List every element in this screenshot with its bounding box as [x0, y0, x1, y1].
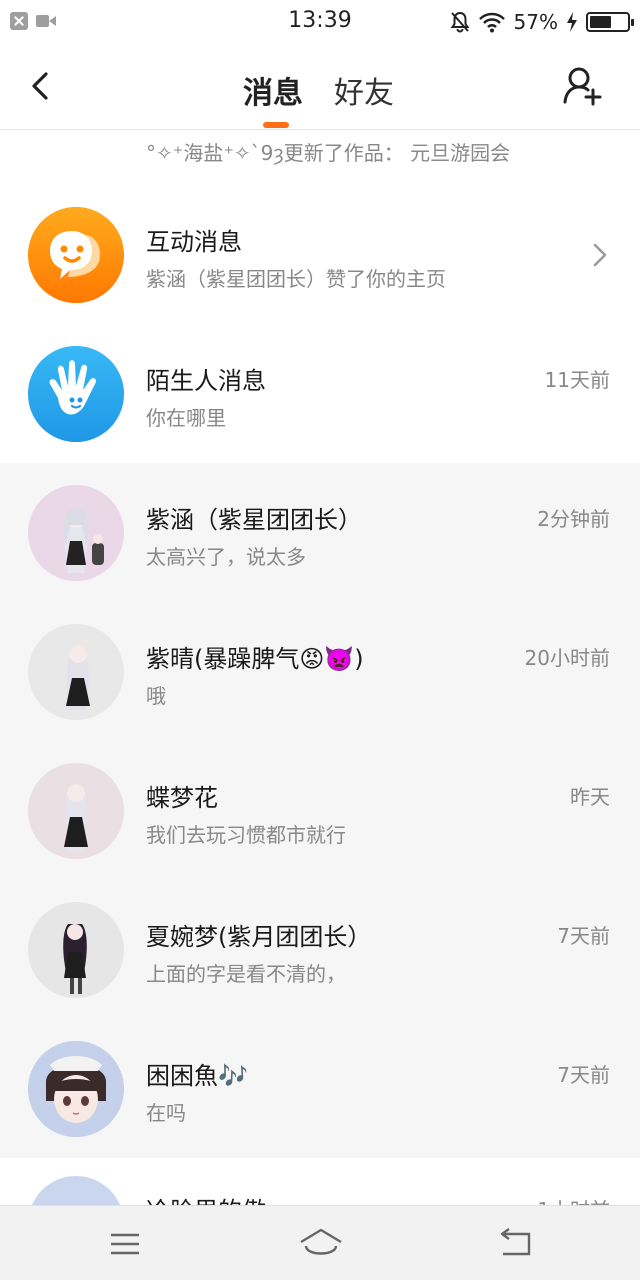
chat-row[interactable]: 夏婉梦(紫月团团长） 上面的字是看不清的， 7天前 [0, 880, 640, 1019]
add-friend-button[interactable] [562, 64, 604, 108]
top-nav-bar: 消息 好友 [0, 44, 640, 130]
chat-row[interactable]: 困困魚🎶 在吗 7天前 [0, 1019, 640, 1158]
interaction-bubble-icon [28, 207, 124, 303]
row-time: 11天前 [544, 368, 610, 392]
message-preview: 上面的字是看不清的， [146, 962, 346, 986]
system-navigation-bar [0, 1205, 640, 1280]
chat-row[interactable]: 紫涵（紫星团团长） 太高兴了，说太多 2分钟前 [0, 463, 640, 602]
tab-messages[interactable]: 消息 [243, 68, 303, 112]
avatar [28, 624, 124, 720]
contact-name: 冷脸里的傲 [146, 1191, 266, 1205]
stranger-hand-icon [28, 346, 124, 442]
chat-row[interactable]: 冷脸里的傲 1小时前 [0, 1158, 640, 1205]
row-title: 互动消息 [146, 228, 242, 256]
notifications-off-icon [450, 11, 469, 33]
back-system-button[interactable] [495, 1226, 535, 1262]
avatar [28, 1041, 124, 1137]
message-preview: 我们去玩习惯都市就行 [146, 823, 346, 847]
row-title: 陌生人消息 [146, 367, 266, 395]
message-time: 20小时前 [524, 646, 610, 670]
home-button[interactable] [298, 1226, 344, 1262]
message-time: 7天前 [557, 1063, 610, 1087]
menu-button[interactable] [105, 1226, 145, 1262]
tab-friends[interactable]: 好友 [334, 68, 394, 112]
row-preview: 紫涵（紫星团团长）赞了你的主页 [146, 267, 446, 291]
chevron-right-icon [593, 243, 607, 267]
active-tab-indicator [263, 122, 289, 128]
avatar [28, 763, 124, 859]
avatar [28, 1176, 124, 1205]
list-item-interactions[interactable]: 互动消息 紫涵（紫星团团长）赞了你的主页 [0, 185, 640, 324]
list-item-strangers[interactable]: 陌生人消息 你在哪里 11天前 [0, 324, 640, 463]
battery-percent: 57% [513, 10, 558, 34]
contact-name: 蝶梦花 [146, 784, 218, 812]
avatar [28, 902, 124, 998]
message-time: 1小时前 [537, 1194, 610, 1205]
message-time: 昨天 [570, 785, 610, 809]
contact-name: 夏婉梦(紫月团团长） [146, 923, 372, 951]
battery-icon [586, 12, 634, 32]
status-bar: 13:39 57% [0, 0, 640, 44]
message-list[interactable]: °✧⁺海盐⁺✧`9ȝ更新了作品： 元旦游园会 互动消息 紫涵（紫星团团长）赞了你… [0, 130, 640, 1205]
message-preview: 太高兴了，说太多 [146, 545, 306, 569]
message-preview: 哦 [146, 684, 166, 708]
avatar [28, 485, 124, 581]
battery-level-fill [590, 16, 611, 28]
back-button[interactable] [22, 64, 62, 108]
message-time: 7天前 [557, 924, 610, 948]
contact-name: 紫涵（紫星团团长） [146, 506, 362, 534]
message-preview: 在吗 [146, 1101, 186, 1125]
row-preview: 你在哪里 [146, 406, 226, 430]
chat-row[interactable]: 蝶梦花 我们去玩习惯都市就行 昨天 [0, 741, 640, 880]
wifi-icon [478, 12, 505, 33]
contact-name: 紫晴(暴躁脾气😡👿) [146, 645, 364, 673]
contact-name: 困困魚🎶 [146, 1062, 248, 1090]
list-item-partial-top[interactable]: °✧⁺海盐⁺✧`9ȝ更新了作品： 元旦游园会 [0, 130, 640, 165]
charging-bolt-icon [567, 12, 577, 32]
chat-row[interactable]: 紫晴(暴躁脾气😡👿) 哦 20小时前 [0, 602, 640, 741]
partial-row-text: °✧⁺海盐⁺✧`9ȝ更新了作品： 元旦游园会 [146, 141, 511, 165]
message-time: 2分钟前 [537, 507, 610, 531]
screen: 13:39 57% 消息 好友 °✧⁺海盐⁺✧`9ȝ更新了作品： 元旦游园会 互… [0, 0, 640, 1280]
